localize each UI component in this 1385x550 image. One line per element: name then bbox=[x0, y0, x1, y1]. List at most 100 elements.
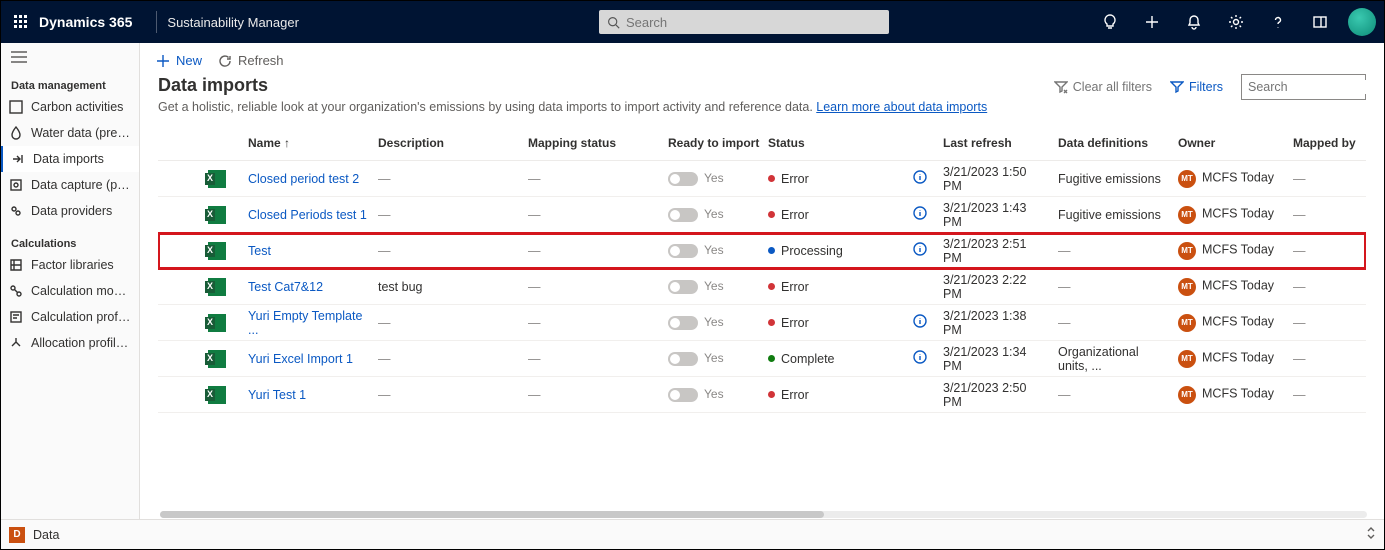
table-row[interactable]: Test Cat7&12test bug—YesError3/21/2023 2… bbox=[158, 269, 1366, 305]
nav-label: Data capture (preview) bbox=[31, 178, 131, 192]
area-badge: D bbox=[9, 527, 25, 543]
clear-filters-label: Clear all filters bbox=[1073, 80, 1152, 94]
col-mapping[interactable]: Mapping status bbox=[528, 136, 668, 150]
nav-calculation-profiles[interactable]: Calculation profiles bbox=[1, 304, 139, 330]
row-description: — bbox=[378, 352, 528, 366]
info-icon[interactable] bbox=[913, 314, 927, 328]
desc-text: Get a holistic, reliable look at your or… bbox=[158, 100, 816, 114]
nav-data-imports[interactable]: Data imports bbox=[1, 146, 139, 172]
col-refresh[interactable]: Last refresh bbox=[943, 136, 1058, 150]
row-defs: — bbox=[1058, 280, 1178, 294]
command-bar: New Refresh bbox=[140, 43, 1384, 74]
row-mapping: — bbox=[528, 388, 668, 402]
app-launcher-icon[interactable] bbox=[9, 10, 33, 34]
nav-water-data[interactable]: Water data (preview) bbox=[1, 120, 139, 146]
ready-toggle[interactable]: Yes bbox=[668, 279, 768, 294]
info-icon[interactable] bbox=[913, 170, 927, 184]
area-label: Data bbox=[33, 528, 59, 542]
app-name[interactable]: Sustainability Manager bbox=[167, 15, 299, 30]
learn-more-link[interactable]: Learn more about data imports bbox=[816, 100, 987, 114]
row-status: Error bbox=[768, 208, 913, 222]
row-name-link[interactable]: Closed Periods test 1 bbox=[248, 208, 367, 222]
row-refresh: 3/21/2023 2:50 PM bbox=[943, 381, 1058, 409]
row-name-link[interactable]: Yuri Excel Import 1 bbox=[248, 352, 353, 366]
nav-label: Factor libraries bbox=[31, 258, 114, 272]
ready-toggle[interactable]: Yes bbox=[668, 351, 768, 366]
nav-carbon-activities[interactable]: Carbon activities bbox=[1, 94, 139, 120]
grid-search-input[interactable] bbox=[1248, 80, 1384, 94]
row-status: Error bbox=[768, 280, 913, 294]
row-refresh: 3/21/2023 2:22 PM bbox=[943, 273, 1058, 301]
ready-toggle[interactable]: Yes bbox=[668, 171, 768, 186]
col-name[interactable]: Name ↑ bbox=[248, 136, 378, 150]
brand-label[interactable]: Dynamics 365 bbox=[39, 14, 132, 30]
excel-icon bbox=[208, 278, 226, 296]
row-description: — bbox=[378, 244, 528, 258]
col-owner[interactable]: Owner bbox=[1178, 136, 1293, 150]
nav-section-calc: Calculations bbox=[1, 232, 139, 252]
nav-data-providers[interactable]: Data providers bbox=[1, 198, 139, 224]
filters-label: Filters bbox=[1189, 80, 1223, 94]
global-search[interactable] bbox=[599, 10, 889, 34]
lightbulb-icon[interactable] bbox=[1096, 8, 1124, 36]
info-icon[interactable] bbox=[913, 350, 927, 364]
row-mapping: — bbox=[528, 280, 668, 294]
row-defs: — bbox=[1058, 244, 1178, 258]
row-owner: MTMCFS Today bbox=[1178, 278, 1293, 296]
nav-calculation-models[interactable]: Calculation models bbox=[1, 278, 139, 304]
row-name-link[interactable]: Yuri Test 1 bbox=[248, 388, 306, 402]
row-name-link[interactable]: Test bbox=[248, 244, 271, 258]
table-row[interactable]: Yuri Excel Import 1——YesComplete3/21/202… bbox=[158, 341, 1366, 377]
row-description: — bbox=[378, 316, 528, 330]
clear-filters-button[interactable]: Clear all filters bbox=[1054, 80, 1152, 94]
gear-icon[interactable] bbox=[1222, 8, 1250, 36]
refresh-button[interactable]: Refresh bbox=[218, 53, 284, 68]
col-ready[interactable]: Ready to import bbox=[668, 136, 768, 150]
col-mapped[interactable]: Mapped by bbox=[1293, 136, 1366, 150]
nav-allocation-profiles[interactable]: Allocation profiles (p... bbox=[1, 330, 139, 356]
ready-toggle[interactable]: Yes bbox=[668, 243, 768, 258]
col-defs[interactable]: Data definitions bbox=[1058, 136, 1178, 150]
view-controls: Clear all filters Filters bbox=[1054, 74, 1366, 100]
info-icon[interactable] bbox=[913, 206, 927, 220]
help-icon[interactable] bbox=[1264, 8, 1292, 36]
excel-icon bbox=[208, 314, 226, 332]
user-avatar[interactable] bbox=[1348, 8, 1376, 36]
grid-search[interactable] bbox=[1241, 74, 1366, 100]
row-name-link[interactable]: Yuri Empty Template ... bbox=[248, 309, 362, 337]
horizontal-scrollbar[interactable] bbox=[160, 511, 1367, 518]
table-row[interactable]: Yuri Empty Template ...——YesError3/21/20… bbox=[158, 305, 1366, 341]
col-description[interactable]: Description bbox=[378, 136, 528, 150]
nav-label: Data imports bbox=[33, 152, 104, 166]
table-row[interactable]: Yuri Test 1——YesError3/21/2023 2:50 PM—M… bbox=[158, 377, 1366, 413]
hamburger-icon[interactable] bbox=[1, 43, 139, 74]
row-mapping: — bbox=[528, 352, 668, 366]
area-picker[interactable]: D Data bbox=[1, 519, 1384, 549]
table-row[interactable]: Closed Periods test 1——YesError3/21/2023… bbox=[158, 197, 1366, 233]
new-button[interactable]: New bbox=[156, 53, 202, 68]
filters-button[interactable]: Filters bbox=[1170, 80, 1223, 94]
topbar: Dynamics 365 Sustainability Manager bbox=[1, 1, 1384, 43]
nav-label: Calculation models bbox=[31, 284, 131, 298]
row-mapped: — bbox=[1293, 352, 1366, 366]
row-name-link[interactable]: Test Cat7&12 bbox=[248, 280, 323, 294]
filter-icon bbox=[1170, 80, 1184, 94]
info-icon[interactable] bbox=[913, 242, 927, 256]
row-name-link[interactable]: Closed period test 2 bbox=[248, 172, 359, 186]
nav-factor-libraries[interactable]: Factor libraries bbox=[1, 252, 139, 278]
row-description: — bbox=[378, 388, 528, 402]
global-search-input[interactable] bbox=[626, 15, 881, 30]
add-icon[interactable] bbox=[1138, 8, 1166, 36]
table-row[interactable]: Closed period test 2——YesError3/21/2023 … bbox=[158, 161, 1366, 197]
col-status[interactable]: Status bbox=[768, 136, 913, 150]
panel-icon[interactable] bbox=[1306, 8, 1334, 36]
row-owner: MTMCFS Today bbox=[1178, 206, 1293, 224]
ready-toggle[interactable]: Yes bbox=[668, 387, 768, 402]
bell-icon[interactable] bbox=[1180, 8, 1208, 36]
ready-toggle[interactable]: Yes bbox=[668, 207, 768, 222]
row-mapping: — bbox=[528, 208, 668, 222]
nav-label: Calculation profiles bbox=[31, 310, 131, 324]
table-row[interactable]: Test——YesProcessing3/21/2023 2:51 PM—MTM… bbox=[158, 233, 1366, 269]
nav-data-capture[interactable]: Data capture (preview) bbox=[1, 172, 139, 198]
ready-toggle[interactable]: Yes bbox=[668, 315, 768, 330]
